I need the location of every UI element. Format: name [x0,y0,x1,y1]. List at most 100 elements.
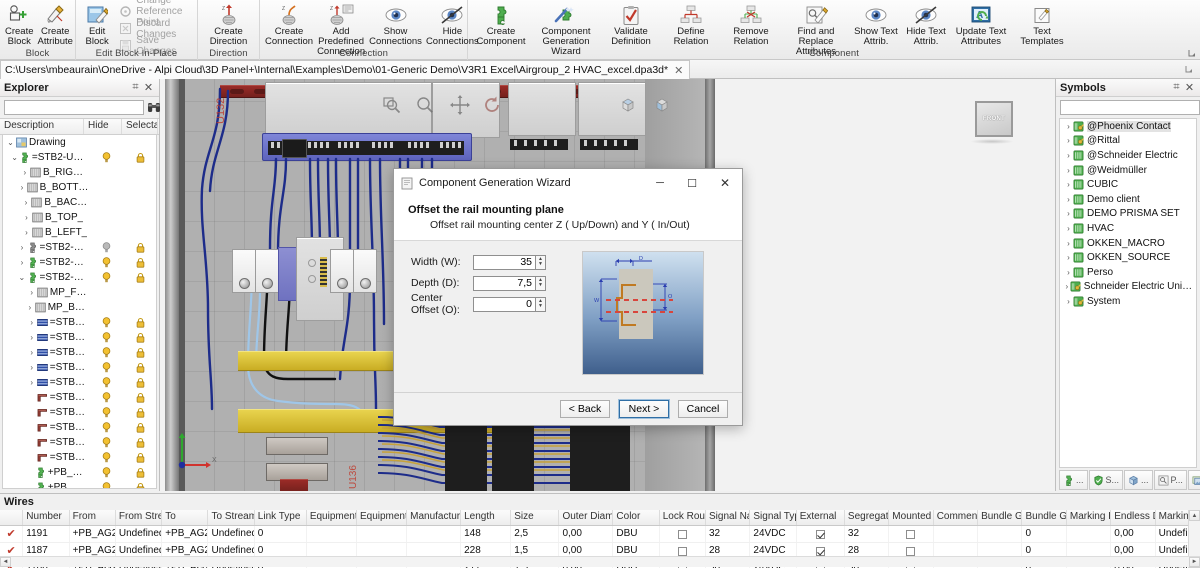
lightbulb-icon[interactable] [102,347,111,358]
chevron-right-icon[interactable]: › [1064,267,1073,277]
symbols-search-input[interactable] [1060,100,1200,115]
explorer-column-hide[interactable]: Hide [84,119,122,134]
lock-icon[interactable] [136,332,145,343]
chevron-right-icon[interactable]: › [28,333,36,343]
table-cell[interactable]: Undefined [116,526,162,542]
lightbulb-icon[interactable] [102,257,111,268]
checkbox[interactable] [678,547,687,556]
wires-column-header[interactable]: From [70,510,116,525]
zoom-icon[interactable] [415,95,435,115]
explorer-tree-item[interactable]: ›=STB2-U10... [3,240,156,255]
explorer-tree-item[interactable]: ›MP_FR... [3,285,156,300]
wires-column-header[interactable]: Equipment [307,510,357,525]
back-button[interactable]: < Back [560,400,610,418]
update-text-attributes-button[interactable]: A Update Text Attributes [951,2,1011,48]
explorer-tree-item[interactable]: ›=STB2-... [3,330,156,345]
pin-icon[interactable]: ⌗ [1170,81,1183,94]
chevron-right-icon[interactable]: › [28,378,36,388]
lightbulb-icon[interactable] [102,437,111,448]
explorer-item-hide-toggle[interactable] [88,407,124,418]
chevron-right-icon[interactable]: › [18,258,25,268]
explorer-tree-item[interactable]: =STB2-... [3,420,156,435]
explorer-column-description[interactable]: Description [0,119,84,134]
chevron-right-icon[interactable]: › [1064,180,1073,190]
create-block-button[interactable]: Create Block [3,2,36,48]
explorer-tree-item[interactable]: ›=STB2-... [3,345,156,360]
explorer-item-hide-toggle[interactable] [88,422,124,433]
symbols-list-item[interactable]: ›@Rittal [1060,134,1196,149]
symbols-list-item[interactable]: ›Perso [1060,265,1196,280]
define-relation-button[interactable]: Define Relation [661,2,721,48]
create-direction-button[interactable]: Z Create Direction [201,2,256,48]
center-offset-input[interactable] [473,297,535,312]
symbols-list-item[interactable]: ›DEMO PRISMA SET [1060,207,1196,222]
explorer-tree-item[interactable]: ›B_TOP_ [3,210,156,225]
checkbox[interactable] [906,530,915,539]
symbols-list-item[interactable]: ›HVAC [1060,221,1196,236]
symbols-footer-button[interactable]: P... [1154,470,1187,490]
wires-column-header[interactable]: Equipment... [357,510,407,525]
explorer-item-selectable-toggle[interactable] [124,407,156,418]
wires-column-header[interactable]: To [162,510,208,525]
maximize-icon[interactable]: ☐ [676,169,708,197]
table-cell[interactable] [660,526,706,542]
lock-icon[interactable] [136,242,145,253]
explorer-tree-item[interactable]: ›B_LEFT_ [3,225,156,240]
symbols-footer-button[interactable]: S... [1089,470,1124,490]
checkbox[interactable] [816,530,825,539]
lightbulb-icon[interactable] [102,377,111,388]
lightbulb-icon[interactable] [102,407,111,418]
minimize-icon[interactable]: ─ [644,169,676,197]
wires-column-check[interactable] [0,510,23,525]
wires-column-header[interactable]: Signal Type [750,510,796,525]
lightbulb-icon[interactable] [102,482,111,489]
explorer-item-selectable-toggle[interactable] [124,332,156,343]
table-cell[interactable] [978,526,1022,542]
lightbulb-icon[interactable] [102,242,111,253]
chevron-down-icon[interactable]: ⌄ [6,138,15,148]
lock-icon[interactable] [136,317,145,328]
explorer-column-selectable[interactable]: Selecta... [122,119,158,134]
explorer-tree-item[interactable]: =STB2-... [3,405,156,420]
chevron-right-icon[interactable]: › [21,168,29,178]
explorer-item-hide-toggle[interactable] [88,257,124,268]
chevron-right-icon[interactable]: › [1064,194,1073,204]
chevron-right-icon[interactable]: › [18,183,25,193]
scroll-left-icon[interactable]: ◄ [0,557,11,567]
checkbox[interactable] [816,547,825,556]
wires-column-header[interactable]: Bundle Grou... [1022,510,1066,525]
explorer-tree-item[interactable]: =STB2-... [3,435,156,450]
pin-icon[interactable]: ⌗ [129,81,142,94]
table-cell[interactable] [307,526,357,542]
explorer-tree-item[interactable]: =STB2-... [3,450,156,465]
text-templates-button[interactable]: Text Templates [1011,2,1073,48]
wires-column-header[interactable]: Mounted [889,510,933,525]
symbols-list-item[interactable]: ›System [1060,294,1196,309]
hide-text-attrib-button[interactable]: Hide Text Attrib. [901,2,951,48]
table-cell[interactable] [797,526,845,542]
explorer-item-selectable-toggle[interactable] [124,482,156,489]
chevron-right-icon[interactable]: › [1064,165,1073,175]
table-cell[interactable] [407,526,461,542]
checkbox[interactable] [678,530,687,539]
scroll-right-icon[interactable]: ► [1189,557,1200,567]
depth-input[interactable] [473,276,535,291]
table-cell[interactable]: 0 [1022,526,1066,542]
edit-block-button[interactable]: Edit Block [79,2,115,48]
chevron-right-icon[interactable]: › [1064,296,1073,306]
explorer-tree[interactable]: ⌄Drawing⌄=STB2-U101 B...›B_RIGHT_›B_BOTT… [2,135,157,489]
table-cell[interactable] [1067,526,1111,542]
wires-column-header[interactable]: Endless Dist... [1111,510,1155,525]
explorer-item-selectable-toggle[interactable] [124,152,156,163]
table-cell[interactable]: 1191 [23,526,69,542]
explorer-search-input[interactable] [4,100,144,115]
explorer-tree-item[interactable]: ›=STB2-U10... [3,255,156,270]
lock-icon[interactable] [136,452,145,463]
wires-column-header[interactable]: Manufacturer [407,510,461,525]
explorer-item-hide-toggle[interactable] [88,317,124,328]
table-cell[interactable]: 32 [845,526,889,542]
chevron-right-icon[interactable]: › [1064,209,1073,219]
chevron-right-icon[interactable]: › [28,363,36,373]
lightbulb-icon[interactable] [102,332,111,343]
wires-column-header[interactable]: Bundle Group [978,510,1022,525]
